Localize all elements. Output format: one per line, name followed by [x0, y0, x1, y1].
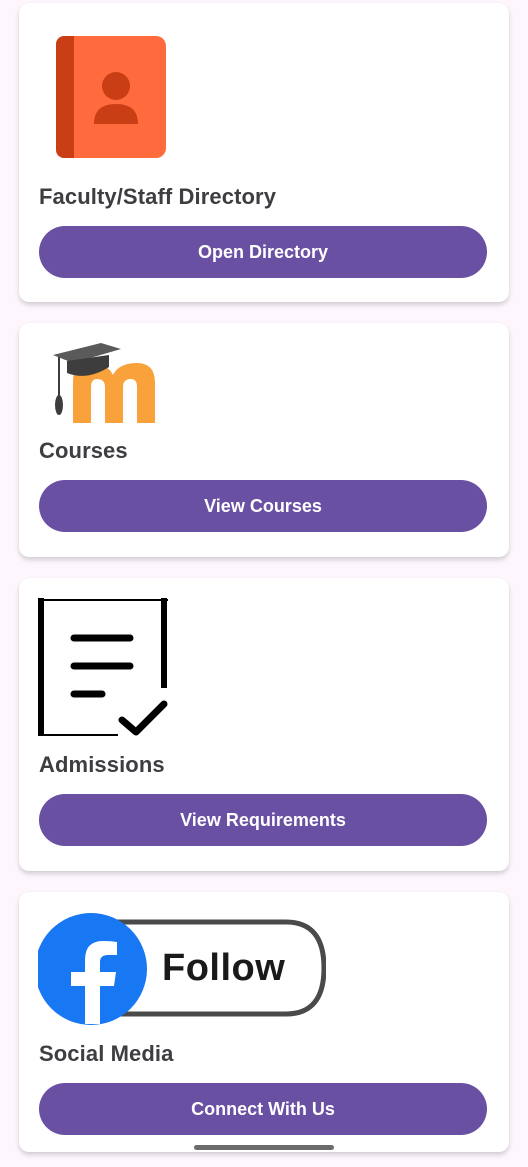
view-requirements-button[interactable]: View Requirements: [39, 794, 487, 846]
facebook-follow-icon[interactable]: Follow: [38, 912, 326, 1030]
home-indicator[interactable]: [194, 1145, 334, 1150]
courses-card: Courses View Courses: [19, 323, 509, 557]
contact-book-icon: [56, 36, 166, 163]
moodle-logo-icon: [51, 341, 177, 430]
view-courses-button[interactable]: View Courses: [39, 480, 487, 532]
card-title: Faculty/Staff Directory: [39, 184, 277, 209]
admissions-card: Admissions View Requirements: [19, 578, 509, 871]
follow-label: Follow: [162, 947, 286, 989]
document-check-icon: [38, 598, 170, 743]
connect-with-us-button[interactable]: Connect With Us: [39, 1083, 487, 1135]
card-title: Courses: [39, 438, 128, 463]
card-title: Admissions: [39, 752, 165, 777]
card-title: Social Media: [39, 1041, 174, 1066]
social-media-card: Follow Social Media Connect With Us: [19, 892, 509, 1152]
open-directory-button[interactable]: Open Directory: [39, 226, 487, 278]
directory-card: Faculty/Staff Directory Open Directory: [19, 3, 509, 302]
